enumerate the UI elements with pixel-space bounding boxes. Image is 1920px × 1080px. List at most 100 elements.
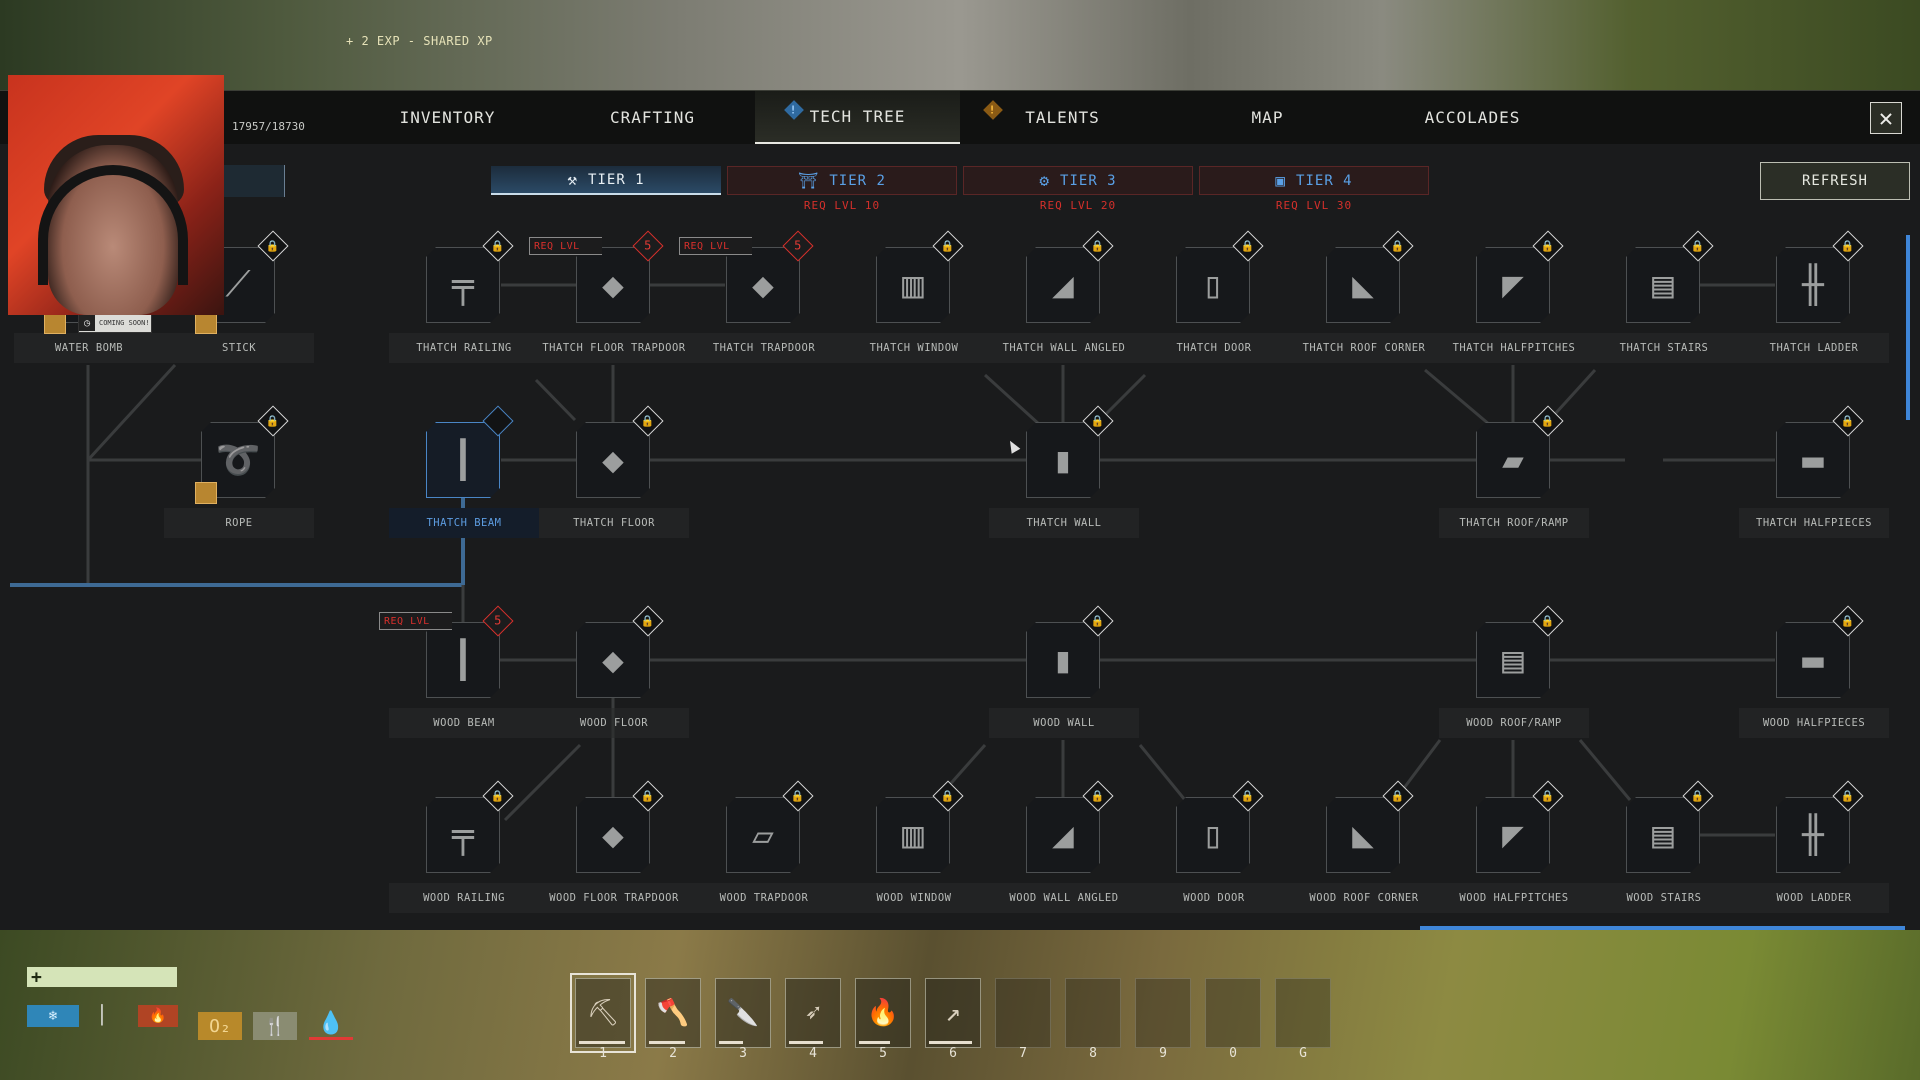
node-label: WOOD LADDER <box>1739 883 1889 913</box>
hotkey-label: 6 <box>949 1046 957 1061</box>
tech-node-thatch-door[interactable]: ▯ 🔒 THATCH DOOR <box>1139 230 1289 363</box>
hotbar-slot-3[interactable]: 🔪 <box>715 978 771 1048</box>
wood-railing-icon: ╤ <box>426 797 500 873</box>
tech-node-wood-halfpitches[interactable]: ◤ 🔒 WOOD HALFPITCHES <box>1439 780 1589 913</box>
hotbar-slot-2[interactable]: 🪓 <box>645 978 701 1048</box>
health-bar: + <box>27 966 177 988</box>
hotbar-slot-G[interactable] <box>1275 978 1331 1048</box>
hotbar-slot-5[interactable]: 🔥 <box>855 978 911 1048</box>
thatch-stairs-icon: ▤ <box>1626 247 1700 323</box>
hotkey-label: 8 <box>1089 1046 1097 1061</box>
vertical-scrollbar[interactable] <box>1906 235 1910 420</box>
notification-badge-icon: ! <box>784 100 804 120</box>
thatch-floor-icon: ◆ <box>576 422 650 498</box>
stone-pickaxe-icon: ⛏ <box>586 998 620 1028</box>
tab-accolades[interactable]: ACCOLADES <box>1370 91 1575 144</box>
tier-tab-2[interactable]: ⛩ TIER 2 <box>727 166 957 195</box>
durability-bar <box>719 1041 743 1044</box>
tier-label: TIER 1 <box>588 171 645 188</box>
tech-node-thatch-wall-angled[interactable]: ◢ 🔒 THATCH WALL ANGLED <box>989 230 1139 363</box>
tier-tab-1[interactable]: ⚒ TIER 1 <box>491 166 721 195</box>
requirement-item-icon <box>195 482 217 504</box>
tech-node-wood-door[interactable]: ▯ 🔒 WOOD DOOR <box>1139 780 1289 913</box>
tech-node-wood-floor-trapdoor[interactable]: ◆ 🔒 WOOD FLOOR TRAPDOOR <box>539 780 689 913</box>
thatch-railing-icon: ╤ <box>426 247 500 323</box>
tech-node-wood-wall-angled[interactable]: ◢ 🔒 WOOD WALL ANGLED <box>989 780 1139 913</box>
tech-node-wood-roof-corner[interactable]: ◣ 🔒 WOOD ROOF CORNER <box>1289 780 1439 913</box>
thatch-wall-icon: ▮ <box>1026 422 1100 498</box>
tech-node-thatch-window[interactable]: ▥ 🔒 THATCH WINDOW <box>839 230 989 363</box>
hotkey-label: 3 <box>739 1046 747 1061</box>
tech-node-thatch-stairs[interactable]: ▤ 🔒 THATCH STAIRS <box>1589 230 1739 363</box>
category-selector[interactable] <box>222 165 285 197</box>
close-icon: ✕ <box>1878 104 1894 132</box>
thatch-door-icon: ▯ <box>1176 247 1250 323</box>
tab-map[interactable]: MAP <box>1165 91 1370 144</box>
tech-node-wood-trapdoor[interactable]: ▱ 🔒 WOOD TRAPDOOR <box>689 780 839 913</box>
tab-talents[interactable]: ! TALENTS <box>960 91 1165 144</box>
tech-node-rope[interactable]: ➰ 🔒 ROPE <box>164 405 314 538</box>
top-navigation: INVENTORY CRAFTING ! TECH TREE ! TALENTS… <box>0 90 1920 144</box>
tech-node-thatch-roof-corner[interactable]: ◣ 🔒 THATCH ROOF CORNER <box>1289 230 1439 363</box>
node-label: WOOD HALFPITCHES <box>1439 883 1589 913</box>
tech-node-wood-wall[interactable]: ▮ 🔒 WOOD WALL <box>989 605 1139 738</box>
node-label: WOOD RAILING <box>389 883 539 913</box>
wood-floor-icon: ◆ <box>576 622 650 698</box>
tab-label: TECH TREE <box>809 107 906 126</box>
wood-door-icon: ▯ <box>1176 797 1250 873</box>
tier-3-requirement: REQ LVL 20 <box>1039 199 1117 212</box>
tech-node-wood-floor[interactable]: ◆ 🔒 WOOD FLOOR <box>539 605 689 738</box>
tech-node-wood-roof-ramp[interactable]: ▤ 🔒 WOOD ROOF/RAMP <box>1439 605 1589 738</box>
tab-inventory[interactable]: INVENTORY <box>345 91 550 144</box>
tab-label: TALENTS <box>1025 108 1100 127</box>
tier-4-requirement: REQ LVL 30 <box>1275 199 1353 212</box>
tech-node-wood-beam[interactable]: ┃ REQ LVL 5 WOOD BEAM <box>379 605 539 738</box>
hotbar-slot-8[interactable] <box>1065 978 1121 1048</box>
tech-node-thatch-beam[interactable]: ┃ THATCH BEAM <box>389 405 539 538</box>
tech-node-wood-stairs[interactable]: ▤ 🔒 WOOD STAIRS <box>1589 780 1739 913</box>
streamer-webcam-overlay <box>8 75 224 315</box>
tech-node-thatch-roof-ramp[interactable]: ▰ 🔒 THATCH ROOF/RAMP <box>1439 405 1589 538</box>
tech-node-thatch-trapdoor[interactable]: ◆ REQ LVL 5 THATCH TRAPDOOR <box>679 230 839 363</box>
refresh-button[interactable]: REFRESH <box>1760 162 1910 200</box>
hotbar-slot-7[interactable] <box>995 978 1051 1048</box>
hotbar-slot-9[interactable] <box>1135 978 1191 1048</box>
hotbar-slot-1[interactable]: ⛏ <box>570 973 636 1053</box>
node-label: STICK <box>164 333 314 363</box>
durability-bar <box>929 1041 973 1044</box>
tech-node-thatch-ladder[interactable]: ╫ 🔒 THATCH LADDER <box>1739 230 1889 363</box>
hotkey-label: 9 <box>1159 1046 1167 1061</box>
hotkey-label: 4 <box>809 1046 817 1061</box>
tier-label: TIER 4 <box>1296 172 1353 189</box>
hotkey-label: 1 <box>599 1046 607 1061</box>
horizontal-scrollbar[interactable] <box>1420 926 1905 930</box>
tech-node-thatch-halfpitches[interactable]: ◤ 🔒 THATCH HALFPITCHES <box>1439 230 1589 363</box>
thatch-trapdoor-icon: ◆ <box>726 247 800 323</box>
hotbar-slot-0[interactable] <box>1205 978 1261 1048</box>
tab-crafting[interactable]: CRAFTING <box>550 91 755 144</box>
tech-node-thatch-floor[interactable]: ◆ 🔒 THATCH FLOOR <box>539 405 689 538</box>
tech-node-wood-ladder[interactable]: ╫ 🔒 WOOD LADDER <box>1739 780 1889 913</box>
tech-node-wood-window[interactable]: ▥ 🔒 WOOD WINDOW <box>839 780 989 913</box>
health-plus-icon: + <box>31 966 42 988</box>
tier-tab-3[interactable]: ⚙ TIER 3 <box>963 166 1193 195</box>
close-button[interactable]: ✕ <box>1870 102 1902 134</box>
tech-node-thatch-floor-trapdoor[interactable]: ◆ REQ LVL 5 THATCH FLOOR TRAPDOOR <box>529 230 689 363</box>
node-label: THATCH DOOR <box>1139 333 1289 363</box>
wood-roof-ramp-icon: ▤ <box>1476 622 1550 698</box>
hotbar-slot-6[interactable]: ↗ <box>925 978 981 1048</box>
tech-node-thatch-railing[interactable]: ╤ 🔒 THATCH RAILING <box>389 230 539 363</box>
rope-requirements <box>195 482 217 504</box>
snowflake-icon: ❄ <box>27 1005 79 1027</box>
tech-node-wood-halfpieces[interactable]: ▬ 🔒 WOOD HALFPIECES <box>1739 605 1889 738</box>
hotkey-label: 2 <box>669 1046 677 1061</box>
tab-tech-tree[interactable]: ! TECH TREE <box>755 91 960 144</box>
wood-halfpieces-icon: ▬ <box>1776 622 1850 698</box>
tier-tab-4[interactable]: ▣ TIER 4 <box>1199 166 1429 195</box>
hotbar-slot-4[interactable]: ➶ <box>785 978 841 1048</box>
tech-node-thatch-halfpieces[interactable]: ▬ 🔒 THATCH HALFPIECES <box>1739 405 1889 538</box>
water-drop-icon: 💧 <box>309 1010 353 1040</box>
tech-node-wood-railing[interactable]: ╤ 🔒 WOOD RAILING <box>389 780 539 913</box>
bow-icon: ➶ <box>805 998 821 1028</box>
clock-icon: ◷ <box>79 315 95 331</box>
